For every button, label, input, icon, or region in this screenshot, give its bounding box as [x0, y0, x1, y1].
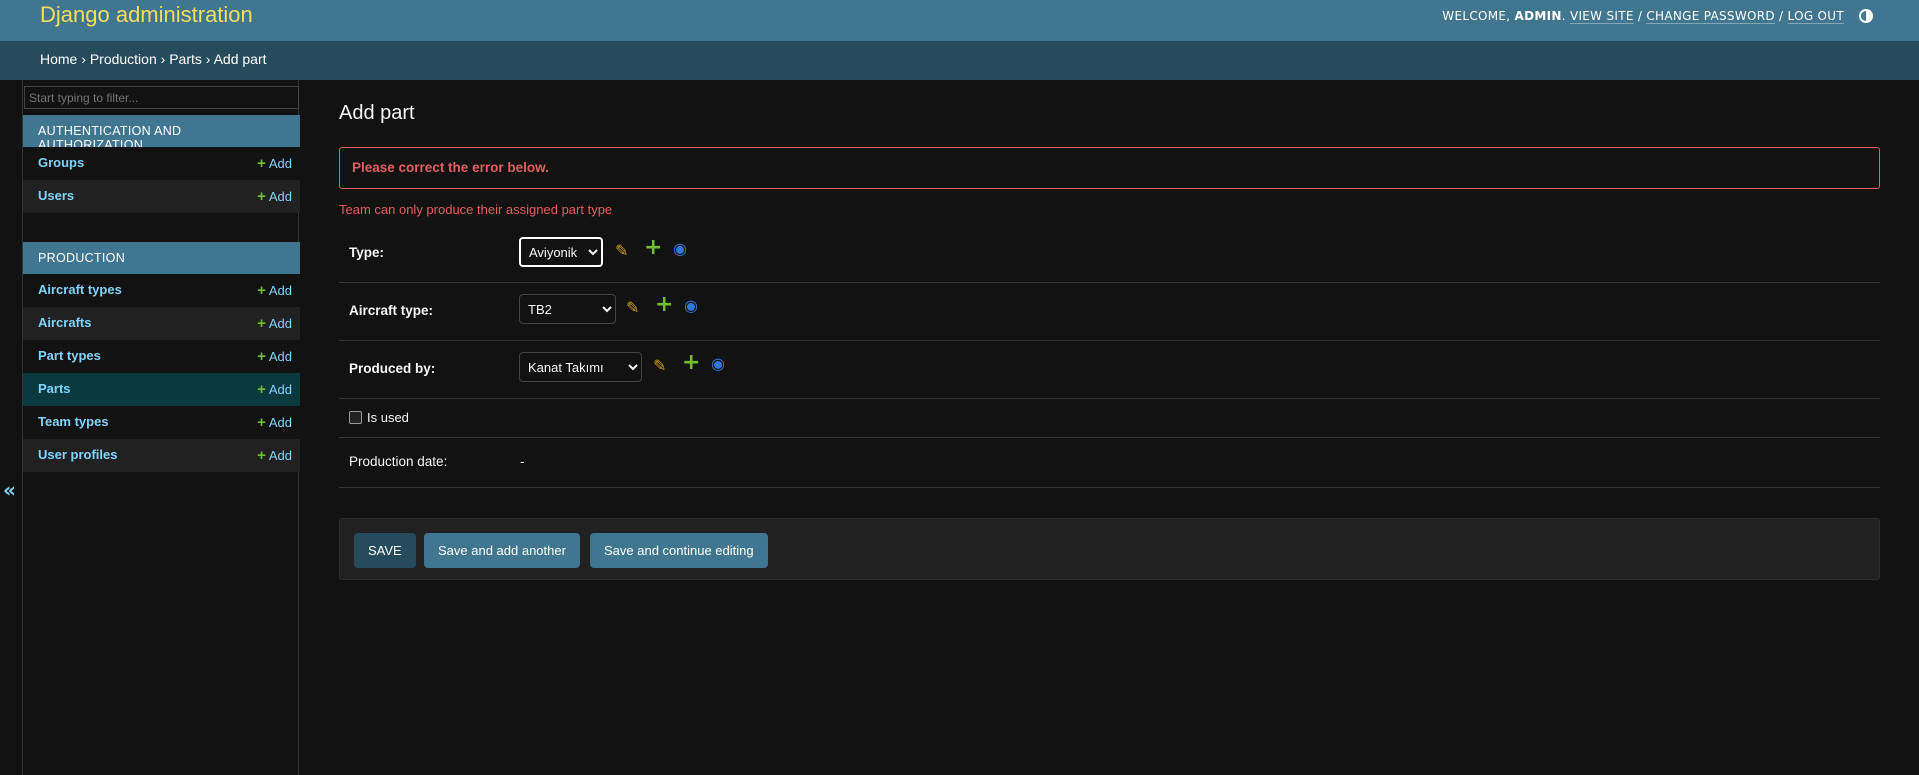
- sidebar-item-label[interactable]: User profiles: [38, 447, 117, 462]
- nav-filter-input[interactable]: [24, 86, 299, 109]
- module-caption-auth[interactable]: AUTHENTICATION AND AUTHORIZATION: [23, 115, 300, 152]
- plus-icon: +: [257, 381, 266, 398]
- site-branding[interactable]: Django administration: [40, 2, 253, 28]
- add-related-plus-icon[interactable]: +: [682, 350, 700, 375]
- produced-by-label: Produced by:: [349, 361, 436, 376]
- sidebar-item-team-types: Team types + Add: [23, 406, 300, 439]
- add-parts-link[interactable]: + Add: [257, 381, 292, 398]
- save-and-continue-button[interactable]: Save and continue editing: [590, 533, 768, 568]
- is-used-row: Is used: [339, 399, 1880, 438]
- aircraft-type-select[interactable]: TB2: [519, 294, 616, 324]
- welcome-text: WELCOME,: [1442, 9, 1511, 23]
- field-error: Team can only produce their assigned par…: [339, 202, 613, 217]
- sidebar-item-label[interactable]: Aircrafts: [38, 315, 91, 330]
- add-aircraft-types-link[interactable]: + Add: [257, 282, 292, 299]
- add-part-types-link[interactable]: + Add: [257, 348, 292, 365]
- edit-pencil-icon[interactable]: ✎: [653, 356, 666, 375]
- sidebar-item-parts: Parts + Add: [23, 373, 300, 406]
- is-used-checkbox[interactable]: [349, 411, 362, 424]
- aircraft-type-row: Aircraft type: TB2 ✎ + ◉: [339, 283, 1880, 341]
- sidebar-item-groups: Groups + Add: [23, 147, 300, 180]
- view-eye-icon[interactable]: ◉: [684, 296, 698, 315]
- breadcrumb-separator: ›: [81, 51, 86, 67]
- add-related-plus-icon[interactable]: +: [644, 235, 662, 260]
- production-date-value: -: [520, 454, 525, 469]
- separator: /: [1637, 9, 1643, 23]
- header: Django administration WELCOME, ADMIN. VI…: [0, 0, 1919, 41]
- plus-icon: +: [257, 155, 266, 172]
- sidebar-item-aircrafts: Aircrafts + Add: [23, 307, 300, 340]
- error-note: Please correct the error below.: [339, 147, 1880, 189]
- produced-by-row: Produced by: Kanat Takımı ✎ + ◉: [339, 341, 1880, 399]
- add-users-link[interactable]: + Add: [257, 188, 292, 205]
- sidebar-item-aircraft-types: Aircraft types + Add: [23, 274, 300, 307]
- type-row: Type: Aviyonik ✎ + ◉: [339, 225, 1880, 283]
- save-button[interactable]: SAVE: [354, 533, 416, 568]
- add-user-profiles-link[interactable]: + Add: [257, 447, 292, 464]
- sidebar-item-label[interactable]: Team types: [38, 414, 109, 429]
- breadcrumb-parts[interactable]: Parts: [169, 51, 202, 67]
- edit-pencil-icon[interactable]: ✎: [626, 298, 639, 317]
- breadcrumb-current: Add part: [213, 51, 267, 67]
- theme-toggle-icon[interactable]: [1859, 9, 1873, 23]
- view-eye-icon[interactable]: ◉: [711, 354, 725, 373]
- separator: /: [1779, 9, 1784, 23]
- plus-icon: +: [257, 282, 266, 299]
- add-aircrafts-link[interactable]: + Add: [257, 315, 292, 332]
- sidebar-item-label[interactable]: Aircraft types: [38, 282, 122, 297]
- view-site-link[interactable]: VIEW SITE: [1569, 9, 1634, 24]
- plus-icon: +: [257, 447, 266, 464]
- save-and-add-another-button[interactable]: Save and add another: [424, 533, 580, 568]
- user-tools: WELCOME, ADMIN. VIEW SITE / CHANGE PASSW…: [1442, 9, 1844, 24]
- edit-pencil-icon[interactable]: ✎: [615, 241, 628, 260]
- plus-icon: +: [257, 348, 266, 365]
- collapse-sidebar-icon[interactable]: «: [3, 478, 16, 502]
- add-groups-link[interactable]: + Add: [257, 155, 292, 172]
- breadcrumb-production[interactable]: Production: [90, 51, 157, 67]
- add-related-plus-icon[interactable]: +: [655, 292, 673, 317]
- sidebar-item-label[interactable]: Part types: [38, 348, 101, 363]
- username: ADMIN: [1514, 9, 1562, 23]
- breadcrumb: Home › Production › Parts › Add part: [0, 41, 1919, 80]
- module-caption-production[interactable]: PRODUCTION: [23, 242, 300, 274]
- breadcrumb-separator: ›: [205, 51, 211, 67]
- submit-row: SAVE Save and add another Save and conti…: [339, 518, 1880, 580]
- production-date-label: Production date:: [349, 454, 448, 469]
- is-used-label[interactable]: Is used: [367, 410, 409, 425]
- plus-icon: +: [257, 414, 266, 431]
- type-label: Type:: [349, 245, 385, 260]
- aircraft-type-label: Aircraft type:: [349, 303, 434, 318]
- change-password-link[interactable]: CHANGE PASSWORD: [1646, 9, 1775, 24]
- sidebar-item-label[interactable]: Parts: [38, 381, 71, 396]
- nav-sidebar: AUTHENTICATION AND AUTHORIZATION Groups …: [22, 80, 300, 775]
- plus-icon: +: [257, 188, 266, 205]
- view-eye-icon[interactable]: ◉: [673, 239, 687, 258]
- sidebar-item-users: Users + Add: [23, 180, 300, 213]
- plus-icon: +: [257, 315, 266, 332]
- sidebar-item-part-types: Part types + Add: [23, 340, 300, 373]
- add-team-types-link[interactable]: + Add: [257, 414, 292, 431]
- breadcrumb-separator: ›: [160, 51, 166, 67]
- log-out-link[interactable]: LOG OUT: [1787, 9, 1844, 24]
- sidebar-item-label[interactable]: Groups: [38, 155, 84, 170]
- produced-by-select[interactable]: Kanat Takımı: [519, 352, 642, 382]
- sidebar-item-user-profiles: User profiles + Add: [23, 439, 300, 472]
- page-title: Add part: [339, 102, 415, 124]
- type-select[interactable]: Aviyonik: [519, 237, 603, 267]
- production-date-row: Production date: -: [339, 438, 1880, 488]
- sidebar-item-label[interactable]: Users: [38, 188, 74, 203]
- breadcrumb-home[interactable]: Home: [40, 51, 77, 67]
